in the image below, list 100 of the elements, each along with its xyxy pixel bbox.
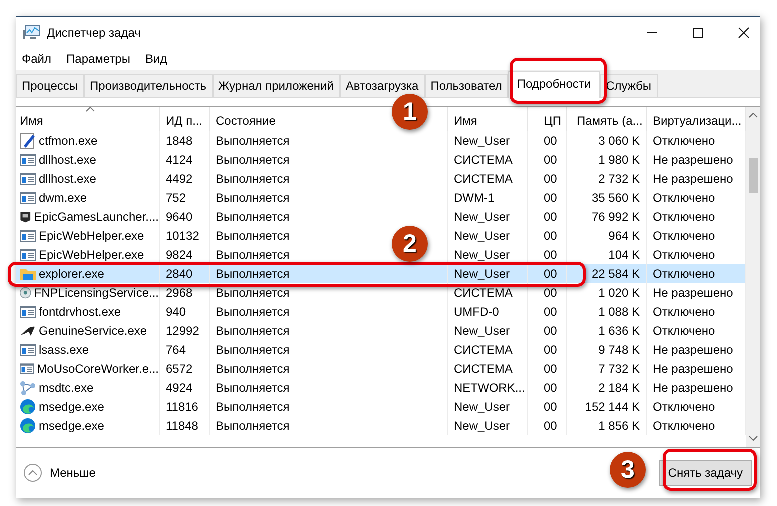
status-cell: Выполняется xyxy=(216,248,290,262)
browser-icon xyxy=(20,398,36,414)
pid-cell: 11848 xyxy=(166,418,198,432)
status-cell: Выполняется xyxy=(216,304,290,318)
tab[interactable]: Пользовател xyxy=(424,74,508,97)
tab[interactable]: Службы xyxy=(600,74,658,97)
virtualization-cell: Не разрешено xyxy=(653,362,734,376)
status-cell: Выполняется xyxy=(216,400,290,414)
process-row[interactable]: msedge.exe 11848 Выполняется New_User 00 1 856 K Отключено xyxy=(16,416,746,435)
status-cell: Выполняется xyxy=(216,362,290,376)
memory-cell: 9 748 K xyxy=(598,342,640,356)
pid-cell: 1848 xyxy=(166,134,193,148)
collapse-icon[interactable] xyxy=(24,464,42,482)
cpu-cell: 00 xyxy=(544,248,558,262)
pid-cell: 752 xyxy=(166,190,186,204)
menu-item[interactable]: Вид xyxy=(145,52,168,66)
status-cell: Выполняется xyxy=(216,210,290,224)
user-cell: New_User xyxy=(454,400,510,414)
process-name: lsass.exe xyxy=(39,342,90,356)
user-cell: UMFD-0 xyxy=(454,304,500,318)
process-row[interactable]: FNPLicensingService... 2968 Выполняется СИСТЕМА 00 1 020 K Не разрешено xyxy=(16,283,746,302)
process-row[interactable]: dwm.exe 752 Выполняется DWM-1 00 35 560 K Отключено xyxy=(16,188,746,207)
cpu-cell: 00 xyxy=(544,324,558,338)
pid-cell: 2840 xyxy=(166,266,193,280)
browser-icon xyxy=(20,418,36,434)
status-cell: Выполняется xyxy=(216,286,290,300)
status-cell: Выполняется xyxy=(216,172,290,186)
status-cell: Выполняется xyxy=(216,324,290,338)
status-cell: Выполняется xyxy=(216,380,290,394)
disc-icon xyxy=(20,284,32,300)
scrollbar[interactable] xyxy=(746,107,760,447)
scroll-down-icon[interactable] xyxy=(748,436,758,441)
process-name: explorer.exe xyxy=(39,266,104,280)
scroll-thumb[interactable] xyxy=(748,158,758,193)
menu-item[interactable]: Файл xyxy=(22,52,52,66)
process-name: fontdrvhost.exe xyxy=(39,304,122,318)
status-cell: Выполняется xyxy=(216,190,290,204)
scroll-up-icon[interactable] xyxy=(748,113,758,118)
tab[interactable]: Производительность xyxy=(84,74,212,97)
user-cell: СИСТЕМА xyxy=(454,172,513,186)
virtualization-cell: Отключено xyxy=(653,248,716,262)
user-cell: New_User xyxy=(454,228,510,242)
fewer-details-link[interactable]: Меньше xyxy=(50,466,96,480)
process-name: EpicWebHelper.exe xyxy=(39,228,144,242)
memory-cell: 964 K xyxy=(608,228,640,242)
virtualization-cell: Не разрешено xyxy=(653,342,734,356)
process-row[interactable]: MoUsoCoreWorker.e... 6572 Выполняется СИСТЕМА 00 7 732 K Не разрешено xyxy=(16,359,746,378)
pid-cell: 2968 xyxy=(166,286,193,300)
cpu-header[interactable]: ЦП xyxy=(528,107,567,131)
app-window-icon xyxy=(20,190,36,206)
cpu-cell: 00 xyxy=(544,172,558,186)
tab[interactable]: Автозагрузка xyxy=(340,74,425,97)
app-window-icon xyxy=(20,246,36,262)
memory-header[interactable]: Память (а... xyxy=(567,107,647,131)
user-header[interactable]: Имя xyxy=(448,107,528,131)
name-header[interactable]: Имя xyxy=(16,107,160,131)
status-cell: Выполняется xyxy=(216,418,290,432)
process-row[interactable]: explorer.exe 2840 Выполняется New_User 00 22 584 K Отключено xyxy=(16,264,746,283)
cpu-cell: 00 xyxy=(544,228,558,242)
process-row[interactable]: msedge.exe 11816 Выполняется New_User 00 152 144 K Отключено xyxy=(16,397,746,416)
tab[interactable]: Журнал приложений xyxy=(212,74,340,97)
window-title: Диспетчер задач xyxy=(47,26,141,40)
pen-icon xyxy=(20,132,36,148)
cpu-cell: 00 xyxy=(544,362,558,376)
virtualization-cell: Отключено xyxy=(653,304,716,318)
memory-cell: 76 992 K xyxy=(592,210,640,224)
status-cell: Выполняется xyxy=(216,152,290,166)
pid-cell: 6572 xyxy=(166,362,193,376)
process-row[interactable]: fontdrvhost.exe 940 Выполняется UMFD-0 00 1 088 K Отключено xyxy=(16,302,746,321)
pid-cell: 4924 xyxy=(166,380,193,394)
process-row[interactable]: lsass.exe 764 Выполняется СИСТЕМА 00 9 748 K Не разрешено xyxy=(16,340,746,359)
close-icon[interactable] xyxy=(738,27,750,39)
maximize-icon[interactable] xyxy=(692,27,704,39)
cpu-cell: 00 xyxy=(544,134,558,148)
pid-cell: 4124 xyxy=(166,152,193,166)
menu-item[interactable]: Параметры xyxy=(66,52,130,66)
tab[interactable]: Подробности xyxy=(508,71,600,98)
process-row[interactable]: dllhost.exe 4492 Выполняется СИСТЕМА 00 2 732 K Не разрешено xyxy=(16,169,746,188)
tab[interactable]: Процессы xyxy=(16,74,84,97)
end-task-button[interactable]: Снять задачу xyxy=(659,460,752,486)
app-window-icon xyxy=(20,170,36,186)
user-cell: New_User xyxy=(454,324,510,338)
user-cell: DWM-1 xyxy=(454,190,495,204)
pid-header[interactable]: ИД п... xyxy=(160,107,210,131)
cpu-cell: 00 xyxy=(544,380,558,394)
process-row[interactable]: msdtc.exe 4924 Выполняется NETWORK... 00 2 184 K Не разрешено xyxy=(16,378,746,397)
app-window-icon xyxy=(20,304,36,320)
process-row[interactable]: GenuineService.exe 12992 Выполняется New_User 00 1 636 K Отключено xyxy=(16,321,746,340)
virtualization-cell: Отключено xyxy=(653,210,716,224)
virtualization-cell: Отключено xyxy=(653,418,716,432)
status-cell: Выполняется xyxy=(216,342,290,356)
process-row[interactable]: dllhost.exe 4124 Выполняется СИСТЕМА 00 1 980 K Не разрешено xyxy=(16,150,746,169)
cpu-cell: 00 xyxy=(544,400,558,414)
memory-cell: 1 636 K xyxy=(598,324,640,338)
process-row[interactable]: ctfmon.exe 1848 Выполняется New_User 00 3 060 K Отключено xyxy=(16,131,746,150)
status-cell: Выполняется xyxy=(216,228,290,242)
virtualization-cell: Отключено xyxy=(653,400,716,414)
process-row[interactable]: EpicGamesLauncher.... 9640 Выполняется New_User 00 76 992 K Отключено xyxy=(16,207,746,226)
process-name: dwm.exe xyxy=(39,190,88,204)
virtualization-cell: Отключено xyxy=(653,324,716,338)
